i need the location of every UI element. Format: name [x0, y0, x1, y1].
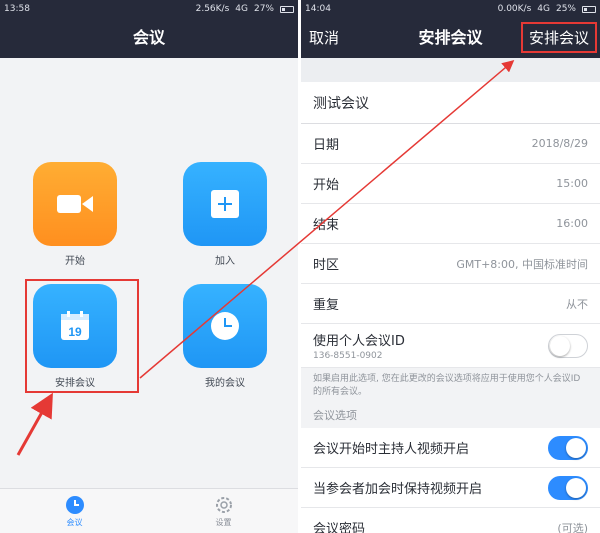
- status-battery: 25%: [555, 4, 576, 14]
- host-video-label: 会议开始时主持人视频开启: [313, 442, 470, 457]
- date-value: 2018/8/29: [531, 137, 588, 150]
- repeat-label: 重复: [313, 298, 340, 313]
- battery-icon: [280, 5, 294, 13]
- end-time-label: 结束: [313, 218, 340, 233]
- status-time: 13:58: [4, 4, 30, 14]
- tab-meetings[interactable]: 会议: [0, 489, 149, 533]
- right-screen: 14:04 0.00K/s 4G 25% 取消 安排会议 安排会议 测试会议 日…: [301, 0, 600, 533]
- page-title: 会议: [132, 28, 165, 47]
- pmi-note: 如果启用此选项, 您在此更改的会议选项将应用于使用您个人会议ID的所有会议。: [313, 374, 581, 397]
- toggle-knob: [566, 477, 586, 498]
- spacer: [301, 58, 600, 82]
- status-battery: 27%: [253, 4, 274, 14]
- meeting-topic-value: 测试会议: [313, 95, 369, 112]
- pmi-label: 使用个人会议ID: [313, 334, 405, 349]
- end-time-row[interactable]: 结束 16:00: [301, 204, 600, 244]
- participant-video-label: 当参会者加会时保持视频开启: [313, 482, 483, 497]
- battery-icon: [582, 5, 596, 13]
- repeat-value: 从不: [566, 297, 588, 311]
- gear-icon: [214, 495, 234, 515]
- date-label: 日期: [313, 138, 340, 153]
- schedule-button[interactable]: 安排会议: [520, 22, 597, 53]
- start-meeting-tile[interactable]: 开始: [30, 162, 120, 267]
- header: 取消 安排会议 安排会议: [301, 18, 600, 58]
- start-time-label: 开始: [313, 178, 340, 193]
- timezone-row[interactable]: 时区 GMT+8:00, 中国标准时间: [301, 244, 600, 284]
- join-label: 加入: [215, 256, 235, 267]
- bottom-tab-bar: 会议 设置: [0, 488, 298, 533]
- status-bar: 14:04 0.00K/s 4G 25%: [301, 0, 600, 18]
- my-meetings-label: 我的会议: [205, 378, 245, 389]
- pmi-row: 使用个人会议ID 136-8551-0902: [301, 324, 600, 368]
- end-time-value: 16:00: [556, 217, 588, 230]
- plus-icon: [183, 162, 267, 246]
- left-screen: 13:58 2.56K/s 4G 27% 会议 开始 加入 19 安排会议 我的…: [0, 0, 298, 533]
- header: 会议: [0, 18, 298, 58]
- meeting-actions-grid: 开始 加入 19 安排会议 我的会议: [0, 58, 298, 489]
- password-value: (可选): [557, 521, 588, 533]
- video-camera-icon: [33, 162, 117, 246]
- status-bar: 13:58 2.56K/s 4G 27%: [0, 0, 298, 18]
- meeting-topic-field[interactable]: 测试会议: [301, 82, 600, 124]
- status-network: 4G: [537, 4, 550, 14]
- participant-video-row: 当参会者加会时保持视频开启: [301, 468, 600, 508]
- tab-settings-label: 设置: [215, 517, 232, 527]
- status-speed: 0.00K/s: [497, 4, 532, 14]
- toggle-knob: [566, 437, 586, 458]
- join-meeting-tile[interactable]: 加入: [180, 162, 270, 267]
- status-speed: 2.56K/s: [195, 4, 230, 14]
- tab-settings[interactable]: 设置: [149, 489, 298, 533]
- start-label: 开始: [65, 256, 85, 267]
- toggle-knob: [550, 335, 570, 356]
- my-meetings-tile[interactable]: 我的会议: [180, 284, 270, 389]
- pmi-toggle[interactable]: [548, 333, 588, 358]
- meetings-tab-icon: [65, 495, 85, 515]
- options-section-title: 会议选项: [313, 409, 357, 422]
- password-row[interactable]: 会议密码 (可选): [301, 508, 600, 533]
- repeat-row[interactable]: 重复 从不: [301, 284, 600, 324]
- timezone-value: GMT+8:00, 中国标准时间: [456, 257, 588, 271]
- start-time-row[interactable]: 开始 15:00: [301, 164, 600, 204]
- host-video-toggle[interactable]: [548, 435, 588, 460]
- host-video-row: 会议开始时主持人视频开启: [301, 428, 600, 468]
- timezone-label: 时区: [313, 258, 340, 273]
- pmi-id: 136-8551-0902: [313, 351, 383, 361]
- participant-video-toggle[interactable]: [548, 475, 588, 500]
- password-label: 会议密码: [313, 522, 366, 533]
- date-row[interactable]: 日期 2018/8/29: [301, 124, 600, 164]
- highlight-box: [25, 279, 139, 393]
- status-network: 4G: [235, 4, 248, 14]
- status-time: 14:04: [305, 4, 331, 14]
- clock-icon: [183, 284, 267, 368]
- tab-meetings-label: 会议: [66, 517, 83, 527]
- start-time-value: 15:00: [556, 177, 588, 190]
